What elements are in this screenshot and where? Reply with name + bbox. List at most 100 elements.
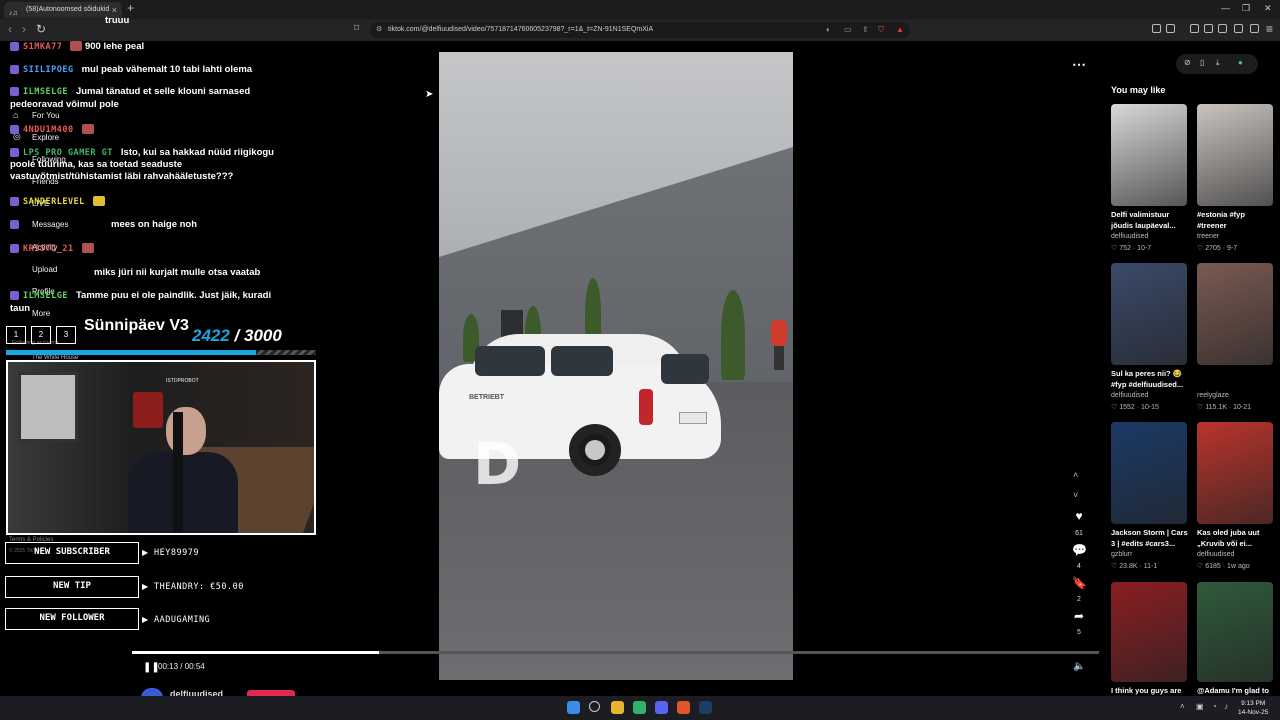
video-thumbnail[interactable] [1111,422,1187,524]
recommend-card[interactable]: @Adamu I'm glad to [1197,582,1273,700]
steam-icon[interactable] [699,701,712,714]
next-video-icon[interactable]: ˅ [1073,490,1078,500]
card-title[interactable]: Kas oled juba uut „Kruvib või ei... [1197,528,1275,550]
minimize-icon[interactable]: — [1221,3,1230,13]
clock-date: 14-Nov-25 [1238,709,1269,716]
download-icon[interactable]: ⤓ [1216,58,1220,68]
card-likes: 23.8K [1119,563,1138,570]
goal-step-box: 1 [6,326,26,344]
share-icon[interactable]: ➦ [1072,609,1086,623]
reload-icon[interactable]: ↻ [36,22,46,36]
video-thumbnail[interactable] [1111,263,1187,365]
sidebar-icon[interactable] [1204,24,1213,33]
brave-icon[interactable] [677,701,690,714]
card-author[interactable]: delfiuudised [1111,392,1148,399]
car-rear-window [661,354,709,384]
alert-value: AADUGAMING [154,615,211,625]
vpn-icon[interactable] [1250,24,1259,33]
music-icon[interactable] [1190,24,1199,33]
translate-icon[interactable]: ◐ [826,22,831,38]
video-progress-bar[interactable] [132,651,1099,654]
share-icon[interactable]: ⇪ [862,22,869,38]
card-title[interactable]: Jackson Storm | Cars 3 | #edits #cars3..… [1111,528,1189,550]
cast-icon[interactable]: ▭ [844,22,852,38]
chat-username: S1MKA77 [23,42,63,52]
bookmark-icon[interactable]: 🔖 [1072,576,1087,590]
mobile-icon[interactable]: ▯ [1200,58,1204,67]
site-info-icon[interactable]: ⚙ [376,22,382,38]
video-thumbnail[interactable] [1197,263,1273,365]
card-title[interactable]: #estonia #fyp #treener [1197,210,1275,232]
card-title[interactable] [1197,369,1275,391]
chat-text: 900 lehe peal [84,41,145,52]
mouse-cursor-icon: ➤ [425,89,434,100]
maximize-icon[interactable]: ❐ [1242,3,1250,14]
delfi-watermark: D [473,430,522,498]
nav-upload[interactable]: Upload [32,265,57,274]
alert-new-subscriber: NEW SUBSCRIBER [5,542,139,564]
forward-icon[interactable]: › [22,22,26,36]
video-player[interactable]: BETRIEBT D [439,52,793,680]
tabs-icon[interactable] [1218,24,1227,33]
comment-icon[interactable]: 💬 [1072,543,1087,557]
like-icon[interactable]: ♥ [1072,509,1086,523]
card-author[interactable]: delfiuudised [1111,233,1148,240]
url-text: tiktok.com/@delfiuudised/video/757187147… [388,26,654,33]
tray-chevron-icon[interactable]: ˄ [1180,702,1185,711]
nav-more[interactable]: More [32,309,50,318]
new-tab-button[interactable]: + [127,1,134,15]
volume-icon[interactable]: 🔈 [1073,661,1085,672]
speed-icon[interactable]: ⊘ [1184,58,1191,67]
card-title[interactable]: Delfi valimistuur jõudis laupäeval... [1111,210,1189,232]
chat-text: Isto, kui sa hakkad nüüd riigikogu [120,147,274,158]
menu-icon[interactable]: ≡ [1266,22,1273,36]
card-meta: ♡ 1552 · 10-15 [1111,403,1159,411]
chat-message-cont: pedeoravad võimul pole [10,99,119,110]
home-icon[interactable]: ⌂ [13,110,18,120]
bookmark-icon[interactable]: ⌑ [354,23,359,34]
goal-step-box: 2 [31,326,51,344]
close-window-icon[interactable]: ✕ [1264,3,1272,14]
discord-icon[interactable] [655,701,668,714]
prev-video-icon[interactable]: ˄ [1073,470,1078,480]
network-icon[interactable]: ◔ [1212,702,1217,711]
address-bar[interactable]: ⚙ tiktok.com/@delfiuudised/video/7571871… [370,22,910,38]
video-thumbnail[interactable] [1111,582,1187,682]
heart-icon: ♡ [1197,563,1206,570]
clock-time: 9:13 PM [1241,700,1266,707]
extension-icon[interactable] [1152,24,1161,33]
nav-for-you[interactable]: For You [32,111,60,120]
card-author[interactable]: reelyglaze [1197,392,1229,399]
card-author[interactable]: gzblurr [1111,551,1132,558]
recommend-card[interactable]: I think you guys are [1111,582,1187,700]
video-thumbnail[interactable] [1111,104,1187,206]
card-author[interactable]: treener [1197,233,1219,240]
streamer-head [166,407,206,455]
video-thumbnail[interactable] [1197,104,1273,206]
start-icon[interactable] [567,701,580,714]
emote-icon [92,196,105,207]
tray-icon[interactable]: ▣ [1196,702,1204,711]
download-icon[interactable] [1234,24,1243,33]
speaker-icon[interactable]: ♪ [1224,702,1228,711]
tab-title: (58)Autonoomsed sõidukid [26,6,110,13]
app-icon[interactable] [633,701,646,714]
video-thumbnail[interactable] [1197,582,1273,682]
wallet-icon[interactable] [1166,24,1175,33]
more-options-icon[interactable]: ⋯ [1072,56,1086,73]
brave-rewards-icon[interactable]: ▲ [896,22,904,38]
video-thumbnail[interactable] [1197,422,1273,524]
search-icon[interactable] [589,701,600,712]
card-meta: ♡ 23.8K · 11-1 [1111,562,1157,570]
tiktok-icon: ♪♫ [9,10,18,17]
taskbar-clock[interactable]: 9:13 PM 14-Nov-25 [1238,699,1268,717]
card-author[interactable]: delfiuudised [1197,551,1234,558]
time-current: 00:13 [158,662,179,671]
card-title[interactable]: Sul ka peres nii? 😂 #fyp #delfiuudised..… [1111,369,1189,391]
chat-username: SIILIPOEG [23,65,74,75]
avatar[interactable]: ● [1238,58,1243,67]
file-explorer-icon[interactable] [611,701,624,714]
brave-shield-icon[interactable]: ⛉ [878,22,884,38]
chat-text: Tamme puu ei ole paindlik. Just jäik, ku… [75,290,272,301]
back-icon[interactable]: ‹ [8,22,12,36]
